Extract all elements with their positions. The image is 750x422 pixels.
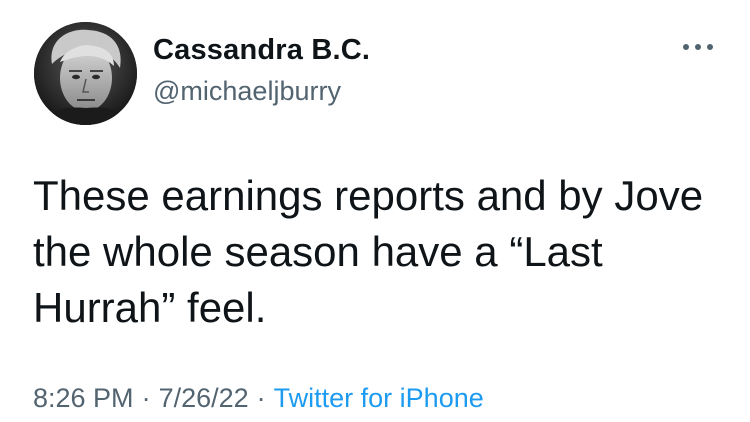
username-handle[interactable]: @michaeljburry: [153, 76, 341, 107]
tweet-time[interactable]: 8:26 PM: [33, 383, 134, 413]
meta-separator: ·: [256, 383, 266, 413]
tweet-meta: 8:26 PM · 7/26/22 · Twitter for iPhone: [33, 383, 484, 414]
tweet-source-link[interactable]: Twitter for iPhone: [274, 383, 484, 413]
tweet-date[interactable]: 7/26/22: [159, 383, 249, 413]
display-name[interactable]: Cassandra B.C.: [153, 34, 370, 67]
tweet-card: Cassandra B.C. @michaeljburry These earn…: [0, 0, 750, 422]
more-options-icon[interactable]: [680, 40, 716, 54]
avatar[interactable]: [34, 22, 137, 125]
avatar-photo: [34, 22, 137, 125]
tweet-text: These earnings reports and by Jove the w…: [33, 172, 704, 331]
meta-separator: ·: [141, 383, 151, 413]
